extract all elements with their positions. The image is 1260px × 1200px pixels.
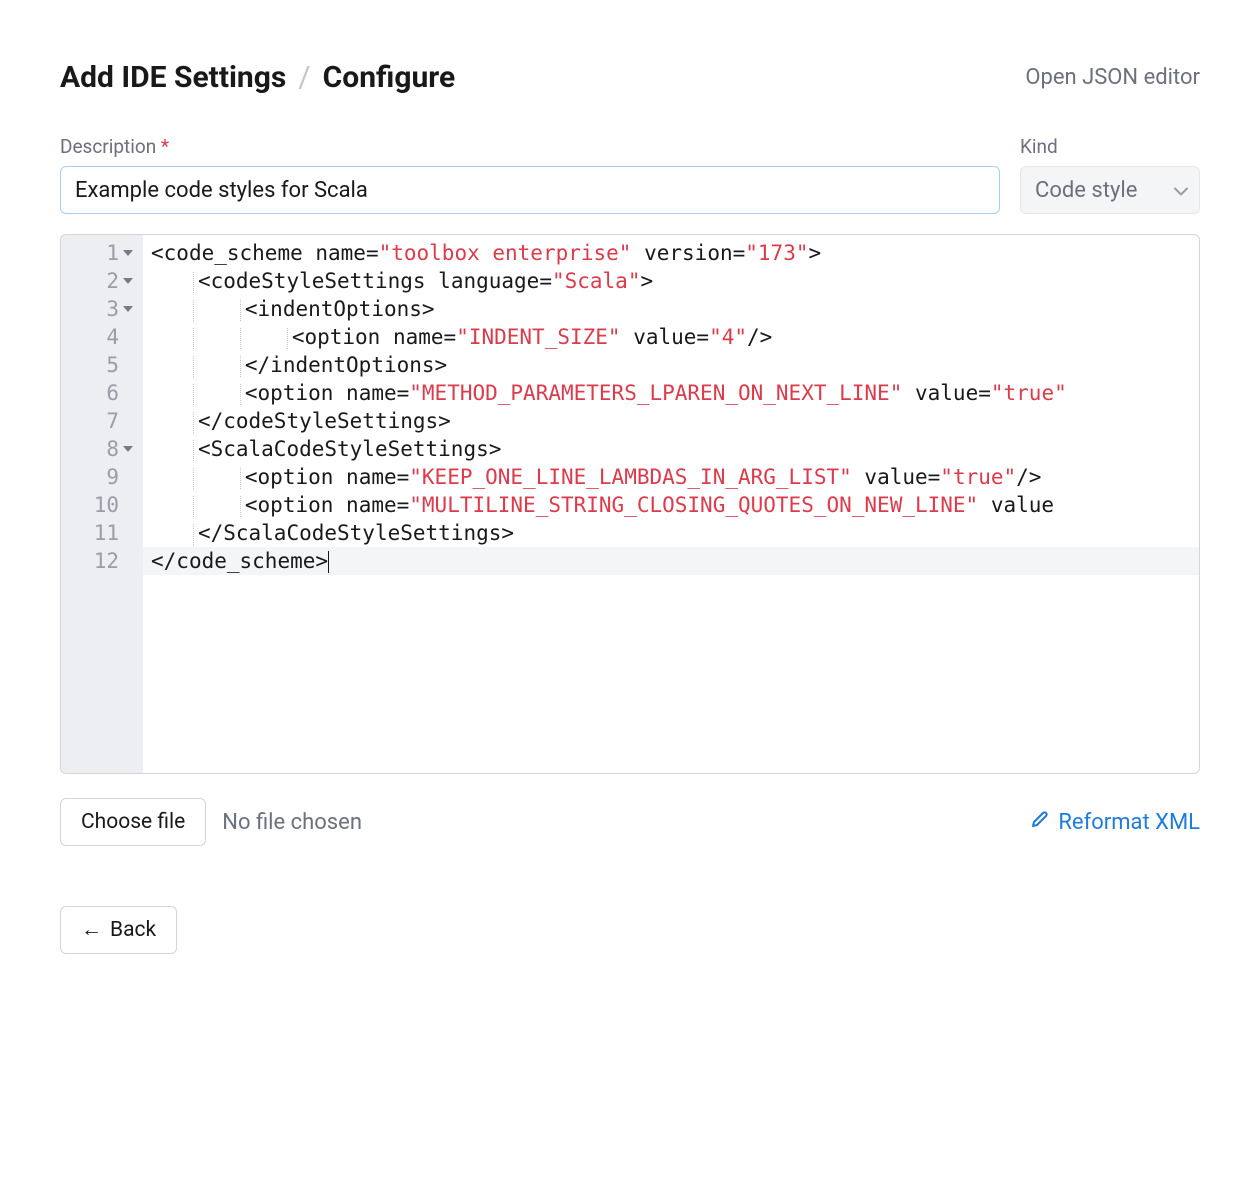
breadcrumb-separator: /	[298, 60, 310, 95]
gutter-line: 12	[61, 547, 131, 575]
code-line[interactable]: <option name="INDENT_SIZE" value="4"/>	[143, 323, 1199, 351]
gutter-line: 1	[61, 239, 131, 267]
gutter-line: 5	[61, 351, 131, 379]
open-json-editor-link[interactable]: Open JSON editor	[1025, 65, 1200, 90]
required-indicator: *	[161, 135, 169, 158]
gutter-line: 11	[61, 519, 131, 547]
editor-code-area[interactable]: <code_scheme name="toolbox enterprise" v…	[143, 235, 1199, 773]
fold-caret-icon[interactable]	[123, 306, 133, 312]
gutter-line: 2	[61, 267, 131, 295]
gutter-line: 7	[61, 407, 131, 435]
kind-select[interactable]: Code style	[1020, 166, 1200, 214]
description-label: Description *	[60, 135, 1000, 158]
arrow-left-icon: ←	[81, 918, 102, 942]
gutter-line: 3	[61, 295, 131, 323]
code-line[interactable]: <code_scheme name="toolbox enterprise" v…	[143, 239, 1199, 267]
gutter-line: 4	[61, 323, 131, 351]
code-line[interactable]: <option name="METHOD_PARAMETERS_LPAREN_O…	[143, 379, 1199, 407]
code-line[interactable]: <indentOptions>	[143, 295, 1199, 323]
code-line[interactable]: <option name="MULTILINE_STRING_CLOSING_Q…	[143, 491, 1199, 519]
code-line[interactable]: <option name="KEEP_ONE_LINE_LAMBDAS_IN_A…	[143, 463, 1199, 491]
gutter-line: 8	[61, 435, 131, 463]
breadcrumb-current: Configure	[323, 60, 456, 95]
kind-label: Kind	[1020, 135, 1200, 158]
gutter-line: 10	[61, 491, 131, 519]
breadcrumb: Add IDE Settings / Configure	[60, 60, 455, 95]
code-line[interactable]: <ScalaCodeStyleSettings>	[143, 435, 1199, 463]
code-line[interactable]: </codeStyleSettings>	[143, 407, 1199, 435]
editor-gutter: 123456789101112	[61, 235, 143, 773]
code-editor[interactable]: 123456789101112 <code_scheme name="toolb…	[60, 234, 1200, 774]
code-line[interactable]: </code_scheme>	[143, 547, 1199, 575]
code-line[interactable]: </ScalaCodeStyleSettings>	[143, 519, 1199, 547]
breadcrumb-title: Add IDE Settings	[60, 60, 286, 95]
reformat-xml-link[interactable]: Reformat XML	[1030, 809, 1200, 835]
back-button[interactable]: ← Back	[60, 906, 177, 954]
description-input[interactable]	[60, 166, 1000, 214]
fold-caret-icon[interactable]	[123, 278, 133, 284]
file-status: No file chosen	[222, 810, 362, 835]
gutter-line: 9	[61, 463, 131, 491]
pencil-icon	[1030, 809, 1050, 835]
code-line[interactable]: </indentOptions>	[143, 351, 1199, 379]
fold-caret-icon[interactable]	[123, 250, 133, 256]
gutter-line: 6	[61, 379, 131, 407]
code-line[interactable]: <codeStyleSettings language="Scala">	[143, 267, 1199, 295]
fold-caret-icon[interactable]	[123, 446, 133, 452]
choose-file-button[interactable]: Choose file	[60, 798, 206, 846]
